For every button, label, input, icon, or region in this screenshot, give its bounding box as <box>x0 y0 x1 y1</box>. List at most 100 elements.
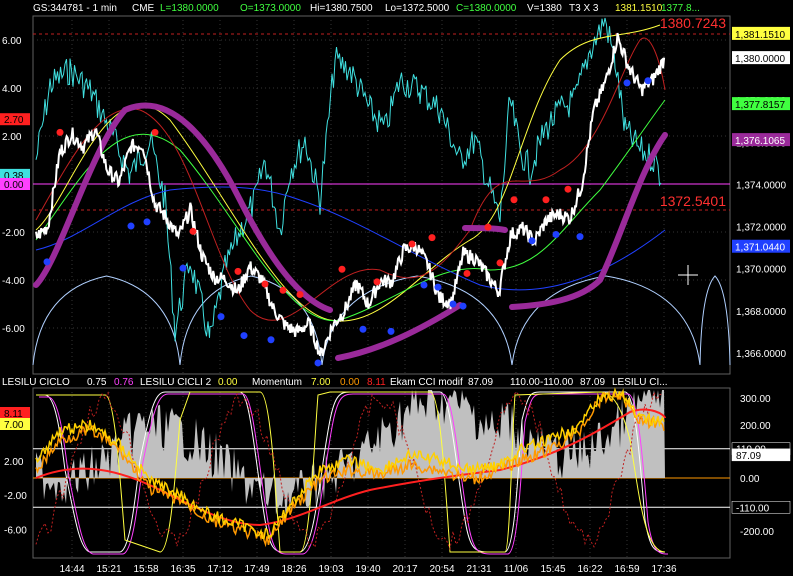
momentum-axis-tick: -6.00 <box>4 526 27 537</box>
cci-axis-tick: 0.00 <box>740 474 760 485</box>
blue-signal-dot[interactable] <box>267 336 275 344</box>
cci-axis-tick: -200.00 <box>740 527 774 538</box>
cycle-arc <box>32 275 181 366</box>
price-axis-tick: 1,368.0000 <box>736 307 786 318</box>
header-setting: T3 X 3 <box>569 3 599 14</box>
red-signal-dot[interactable] <box>564 185 572 193</box>
oscillator-axis-tick: 6.00 <box>2 36 22 47</box>
header-close: C=1380.0000 <box>456 3 517 14</box>
red-signal-dot[interactable] <box>296 291 304 299</box>
upper-right-axis-bg <box>731 15 793 375</box>
price-axis-tick: 1,374.0000 <box>736 180 786 191</box>
blue-signal-dot[interactable] <box>359 325 367 333</box>
blue-signal-dot[interactable] <box>552 230 560 238</box>
time-axis-tick: 16:59 <box>614 564 639 575</box>
legend-item: LESILU CI... <box>612 377 668 388</box>
header-last: L=1380.0000 <box>160 3 219 14</box>
red-signal-dot[interactable] <box>428 234 436 242</box>
oscillator-badge-text: 2.70 <box>4 115 24 126</box>
red-signal-dot[interactable] <box>279 286 287 294</box>
lower-left-axis: 2.00-2.00-6.008.117.00 <box>0 407 30 537</box>
red-signal-dot[interactable] <box>234 267 242 275</box>
legend-item: 87.09 <box>580 377 605 388</box>
cci-badge-text: 87.09 <box>736 451 761 462</box>
price-badge-text: 1,377.8157 <box>735 100 785 111</box>
red-signal-dot[interactable] <box>408 240 416 248</box>
blue-signal-dot[interactable] <box>240 332 248 340</box>
blue-signal-dot[interactable] <box>420 281 428 289</box>
red-signal-dot[interactable] <box>189 227 197 235</box>
header-value-a: 1381.1510 <box>615 3 663 14</box>
header-symbol: GS:344781 - 1 min <box>33 3 117 14</box>
red-signal-dot[interactable] <box>510 196 518 204</box>
price-axis-tick: 1,370.0000 <box>736 265 786 276</box>
time-axis-tick: 20:54 <box>429 564 454 575</box>
chart-window[interactable]: GS:344781 - 1 min CME L=1380.0000 O=1373… <box>0 0 793 576</box>
time-axis-tick: 15:58 <box>133 564 158 575</box>
price-line[interactable] <box>35 32 666 357</box>
red-signal-dot[interactable] <box>484 223 492 231</box>
legend-item: LESILU CICLO <box>2 377 70 388</box>
upper-left-axis: 6.004.002.000.00-2.00-4.00-6.002.700.380… <box>0 36 30 335</box>
header-low: Lo=1372.5000 <box>385 3 450 14</box>
header-open: O=1373.0000 <box>240 3 301 14</box>
upper-panel-plot[interactable] <box>32 17 731 367</box>
blue-signal-dot[interactable] <box>127 222 135 230</box>
time-axis-tick: 17:12 <box>207 564 232 575</box>
red-signal-dot[interactable] <box>261 280 269 288</box>
upper-right-axis: 1,380.00001,378.00001,376.00001,374.0000… <box>731 15 793 375</box>
red-average-line <box>35 37 666 321</box>
time-axis-tick: 18:26 <box>281 564 306 575</box>
legend-item: 110.00 <box>510 377 540 388</box>
header-high: Hi=1380.7500 <box>310 3 373 14</box>
cci-axis-tick: 200.00 <box>740 421 771 432</box>
legend-item: 87.09 <box>468 377 493 388</box>
blue-signal-dot[interactable] <box>179 264 187 272</box>
red-signal-dot[interactable] <box>338 265 346 273</box>
chart-canvas[interactable]: GS:344781 - 1 min CME L=1380.0000 O=1373… <box>0 0 793 576</box>
red-signal-dot[interactable] <box>373 278 381 286</box>
red-signal-dot[interactable] <box>496 259 504 267</box>
time-axis-tick: 20:17 <box>392 564 417 575</box>
oscillator-axis-tick: -6.00 <box>2 324 25 335</box>
blue-signal-dot[interactable] <box>576 233 584 241</box>
crosshair-cursor <box>678 265 698 285</box>
blue-signal-dot[interactable] <box>623 79 631 87</box>
red-signal-dot[interactable] <box>542 196 550 204</box>
time-axis-tick: 16:22 <box>577 564 602 575</box>
red-signal-dot[interactable] <box>56 128 64 136</box>
blue-signal-dot[interactable] <box>43 258 51 266</box>
time-axis: 14:44 15:21 15:58 16:35 17:12 17:49 18:26 19:03… <box>59 564 676 575</box>
blue-signal-dot[interactable] <box>449 300 457 308</box>
header-volume: V=1380 <box>527 3 562 14</box>
blue-signal-dot[interactable] <box>459 302 467 310</box>
blue-signal-dot[interactable] <box>387 327 395 335</box>
time-axis-tick: 17:49 <box>244 564 269 575</box>
price-axis-tick: 1,372.0000 <box>736 223 786 234</box>
time-axis-tick: 15:21 <box>96 564 121 575</box>
red-signal-dot[interactable] <box>151 128 159 136</box>
purple-band-mid <box>335 302 463 361</box>
header-value-b: 1377.8... <box>661 3 700 14</box>
time-axis-tick: 15:45 <box>540 564 565 575</box>
time-axis-tick: 16:35 <box>170 564 195 575</box>
red-signal-dot[interactable] <box>463 269 471 277</box>
blue-signal-dot[interactable] <box>644 77 652 85</box>
lower-right-axis: 300.00200.000.00-200.00110.0087.09-110.0… <box>731 386 793 561</box>
legend-item: 8.11 <box>367 377 386 388</box>
oscillator-axis-tick: 4.00 <box>2 84 22 95</box>
cycle-arc <box>699 275 731 366</box>
cci-badge-text: -110.00 <box>736 503 770 514</box>
lower-panel-plot[interactable] <box>35 387 669 555</box>
price-badge-text: 1,381.1510 <box>735 30 785 41</box>
cyan-oscillator-line[interactable] <box>35 17 662 342</box>
blue-signal-dot[interactable] <box>434 283 442 291</box>
price-badge-text: 1,371.0440 <box>735 243 785 254</box>
cycle-arc <box>511 275 701 366</box>
cci-axis-tick: 300.00 <box>740 394 771 405</box>
blue-signal-dot[interactable] <box>217 313 225 321</box>
blue-signal-dot[interactable] <box>528 237 536 245</box>
legend-item: Momentum <box>252 377 302 388</box>
blue-signal-dot[interactable] <box>143 218 151 226</box>
blue-signal-dot[interactable] <box>314 359 322 367</box>
